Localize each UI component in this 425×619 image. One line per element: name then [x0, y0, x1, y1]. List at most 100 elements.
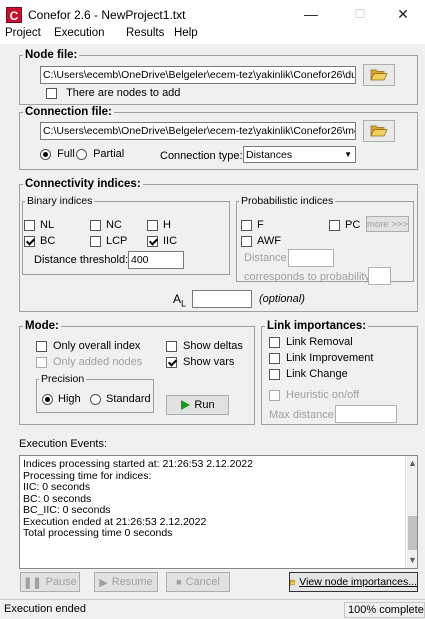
partial-radio[interactable]: [76, 148, 87, 160]
nl-checkbox-row[interactable]: NL: [24, 219, 54, 231]
nl-checkbox[interactable]: [24, 219, 35, 231]
node-file-legend: Node file:: [25, 49, 78, 61]
menu-execution[interactable]: Execution: [54, 27, 105, 39]
h-checkbox-row[interactable]: H: [147, 219, 171, 231]
nc-checkbox[interactable]: [90, 219, 101, 231]
only-overall-label: Only overall index: [53, 340, 141, 352]
high-radio[interactable]: [42, 393, 53, 405]
pause-label: Pause: [45, 576, 77, 588]
standard-radio-row[interactable]: Standard: [90, 393, 151, 405]
f-checkbox-row[interactable]: F: [241, 219, 264, 231]
awf-checkbox[interactable]: [241, 235, 252, 247]
resume-label: Resume: [111, 576, 153, 588]
iic-checkbox-row[interactable]: IIC: [147, 235, 177, 247]
link-removal-label: Link Removal: [286, 336, 353, 348]
heuristic-label: Heuristic on/off: [286, 389, 360, 401]
status-bar: Execution ended 100% complete: [0, 599, 425, 619]
link-change-label: Link Change: [286, 368, 348, 380]
al-label: AL: [173, 292, 186, 308]
distance-threshold-input[interactable]: 400: [128, 251, 184, 269]
optional-label: (optional): [259, 293, 305, 305]
full-radio-row[interactable]: Full: [40, 148, 75, 160]
nodes-to-add-checkbox-row[interactable]: There are nodes to add: [46, 87, 180, 99]
nc-checkbox-row[interactable]: NC: [90, 219, 122, 231]
progress-status: 100% complete: [344, 602, 425, 618]
pause-icon: ❚❚: [23, 576, 42, 589]
nc-label: NC: [106, 219, 122, 231]
only-added-checkbox-row[interactable]: Only added nodes: [36, 356, 142, 368]
link-change-checkbox-row[interactable]: Link Change: [269, 368, 348, 380]
chevron-up-icon[interactable]: ▲: [408, 458, 417, 468]
chevron-down-icon[interactable]: ▼: [408, 555, 417, 565]
view-node-importances-label: View node importances...: [299, 576, 417, 588]
only-overall-checkbox[interactable]: [36, 340, 47, 352]
view-node-importances-button[interactable]: View node importances...: [289, 572, 418, 592]
show-vars-checkbox[interactable]: [166, 356, 177, 368]
link-improvement-checkbox-row[interactable]: Link Improvement: [269, 352, 373, 364]
more-button[interactable]: more >>>: [366, 216, 409, 232]
connection-type-select[interactable]: Distances ▼: [243, 146, 356, 163]
cancel-button[interactable]: ■ Cancel: [166, 572, 230, 592]
bc-checkbox[interactable]: [24, 235, 35, 247]
cancel-label: Cancel: [185, 576, 220, 588]
menu-results[interactable]: Results: [126, 27, 164, 39]
full-radio[interactable]: [40, 148, 51, 160]
probability-input[interactable]: [368, 267, 391, 285]
link-improvement-checkbox[interactable]: [269, 352, 280, 364]
link-change-checkbox[interactable]: [269, 368, 280, 380]
awf-checkbox-row[interactable]: AWF: [241, 235, 281, 247]
iic-checkbox[interactable]: [147, 235, 158, 247]
show-vars-checkbox-row[interactable]: Show vars: [166, 356, 234, 368]
heuristic-checkbox[interactable]: [269, 389, 280, 401]
full-label: Full: [57, 148, 75, 160]
status-text: Execution ended: [4, 603, 86, 615]
f-checkbox[interactable]: [241, 219, 252, 231]
execution-events-log[interactable]: Indices processing started at: 21:26:53 …: [19, 455, 418, 569]
menu-help[interactable]: Help: [174, 27, 198, 39]
log-line: Indices processing started at: 21:26:53 …: [23, 458, 253, 470]
lcp-checkbox[interactable]: [90, 235, 101, 247]
show-deltas-checkbox[interactable]: [166, 340, 177, 352]
scrollbar-thumb[interactable]: [408, 516, 417, 550]
standard-label: Standard: [106, 393, 151, 405]
heuristic-checkbox-row[interactable]: Heuristic on/off: [269, 389, 359, 401]
resume-button[interactable]: ▶ Resume: [94, 572, 158, 592]
lcp-checkbox-row[interactable]: LCP: [90, 235, 127, 247]
max-distance-label: Max distance:: [269, 409, 337, 421]
pause-button[interactable]: ❚❚ Pause: [20, 572, 80, 592]
nodes-to-add-checkbox[interactable]: [46, 87, 57, 99]
max-distance-input[interactable]: [335, 405, 397, 423]
link-removal-checkbox[interactable]: [269, 336, 280, 348]
log-scrollbar[interactable]: ▲ ▼: [405, 456, 417, 568]
node-file-path[interactable]: C:\Users\ecemb\OneDrive\Belgeler\ecem-te…: [40, 66, 356, 84]
f-label: F: [257, 219, 264, 231]
chevron-down-icon: ▼: [344, 150, 352, 159]
resume-icon: ▶: [99, 576, 108, 589]
show-vars-label: Show vars: [183, 356, 235, 368]
link-removal-checkbox-row[interactable]: Link Removal: [269, 336, 353, 348]
al-label-main: A: [173, 292, 182, 306]
bc-checkbox-row[interactable]: BC: [24, 235, 55, 247]
menu-project[interactable]: Project: [5, 27, 41, 39]
high-radio-row[interactable]: High: [42, 393, 81, 405]
connectivity-legend: Connectivity indices:: [25, 178, 141, 190]
app-icon: C: [6, 7, 22, 23]
menu-bar: Project Execution Results Help: [0, 24, 425, 44]
pc-checkbox-row[interactable]: PC: [329, 219, 360, 231]
run-button[interactable]: Run: [166, 395, 229, 415]
show-deltas-checkbox-row[interactable]: Show deltas: [166, 340, 243, 352]
distance-input[interactable]: [288, 249, 334, 267]
log-line: Total processing time 0 seconds: [23, 527, 173, 539]
h-checkbox[interactable]: [147, 219, 158, 231]
lcp-label: LCP: [106, 235, 128, 247]
connection-file-browse-button[interactable]: [363, 120, 395, 142]
standard-radio[interactable]: [90, 393, 101, 405]
al-input[interactable]: [192, 290, 252, 308]
pc-checkbox[interactable]: [329, 219, 340, 231]
only-overall-checkbox-row[interactable]: Only overall index: [36, 340, 140, 352]
only-added-checkbox[interactable]: [36, 356, 47, 368]
connection-file-path[interactable]: C:\Users\ecemb\OneDrive\Belgeler\ecem-te…: [40, 122, 356, 140]
stop-icon: ■: [176, 577, 182, 587]
node-file-browse-button[interactable]: [363, 64, 395, 86]
partial-radio-row[interactable]: Partial: [76, 148, 124, 160]
